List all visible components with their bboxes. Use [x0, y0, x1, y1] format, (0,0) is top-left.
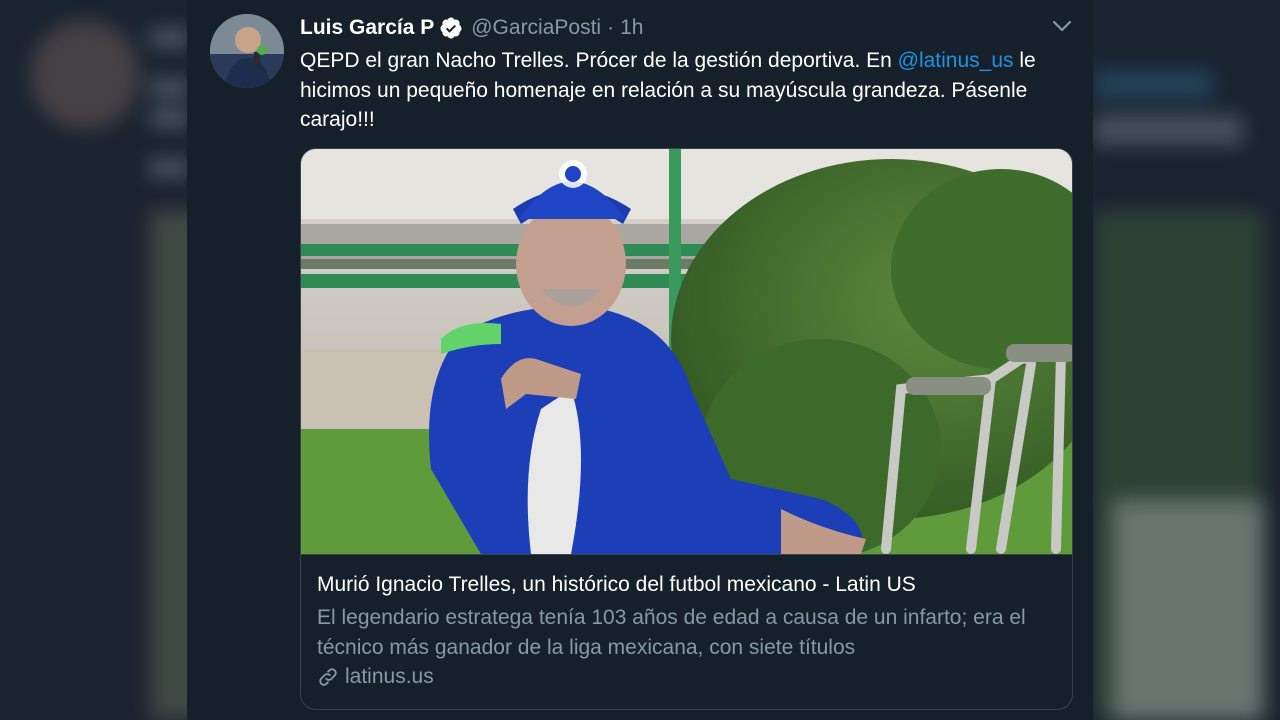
tweet: Luis García P @GarciaPosti · 1h QEPD el …	[187, 0, 1093, 720]
card-image	[301, 149, 1072, 554]
avatar[interactable]	[210, 14, 284, 88]
user-handle[interactable]: @GarciaPosti	[471, 16, 601, 40]
card-photo	[301, 149, 1072, 554]
card-domain: latinus.us	[317, 665, 434, 689]
blurred-background-left	[0, 0, 187, 720]
tweet-text-part: QEPD el gran Nacho Trelles. Prócer de la…	[300, 49, 898, 72]
card-divider	[301, 554, 1072, 555]
tweet-header: Luis García P @GarciaPosti · 1h	[300, 13, 643, 43]
chevron-down-icon[interactable]	[1051, 15, 1073, 37]
card-description: El legendario estratega tenía 103 años d…	[317, 606, 1026, 659]
avatar-image	[210, 14, 284, 88]
card-domain-text: latinus.us	[345, 665, 434, 688]
timestamp[interactable]: 1h	[620, 16, 643, 40]
mention-link[interactable]: @latinus_us	[898, 49, 1014, 72]
tweet-text: QEPD el gran Nacho Trelles. Prócer de la…	[300, 46, 1070, 135]
link-icon	[319, 668, 337, 686]
link-preview-card[interactable]: Murió Ignacio Trelles, un histórico del …	[300, 148, 1073, 710]
blurred-background-right	[1093, 0, 1280, 720]
card-title: Murió Ignacio Trelles, un histórico del …	[317, 573, 916, 596]
separator-dot: ·	[607, 16, 615, 39]
display-name[interactable]: Luis García P	[300, 16, 434, 40]
verified-badge-icon	[440, 17, 462, 39]
